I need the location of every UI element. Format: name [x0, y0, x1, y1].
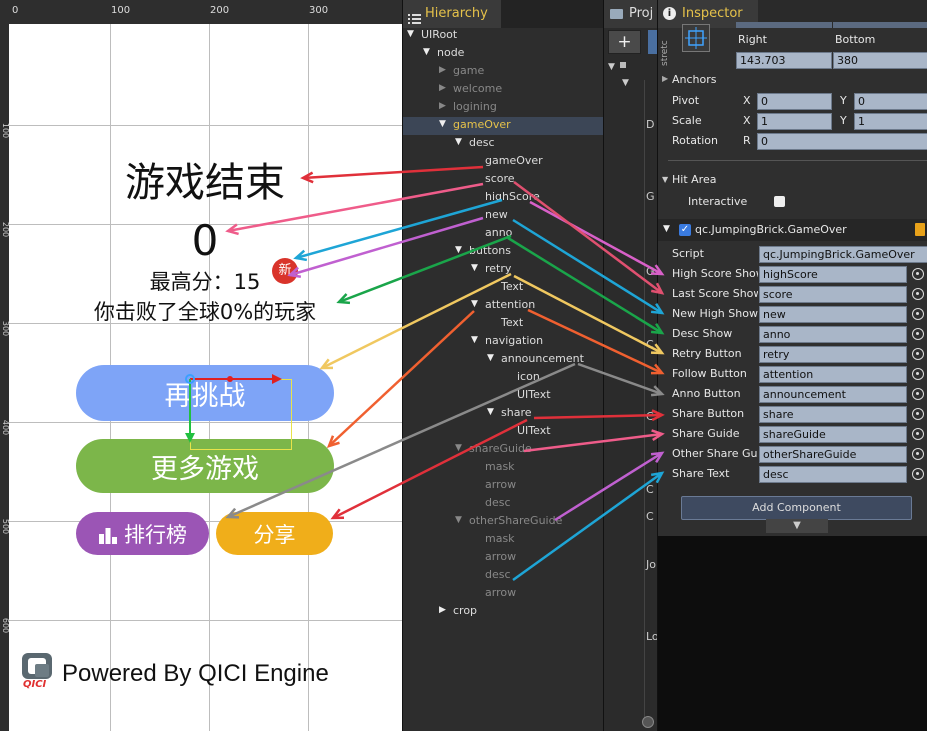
- annotation-arrow-line: [577, 362, 663, 396]
- annotation-arrow-line: [227, 182, 484, 233]
- annotation-arrow-line: [513, 181, 663, 294]
- annotation-arrow-line: [321, 272, 512, 370]
- annotation-arrow-line: [332, 418, 528, 520]
- annotation-arrow-line: [533, 413, 663, 420]
- annotation-arrow-line: [523, 432, 663, 453]
- annotation-arrow-line: [295, 198, 503, 260]
- annotation-arrow-line: [338, 234, 512, 304]
- annotation-arrow-line: [227, 362, 576, 519]
- editor-window: 0 100 200 300 100 200 300 400 500 600 游戏…: [0, 0, 927, 731]
- annotation-arrow-line: [302, 165, 484, 180]
- annotation-arrow-line: [289, 216, 484, 277]
- annotation-arrow-line: [328, 310, 475, 447]
- annotation-arrow-line: [512, 471, 663, 582]
- annotation-arrows: [225, 165, 665, 582]
